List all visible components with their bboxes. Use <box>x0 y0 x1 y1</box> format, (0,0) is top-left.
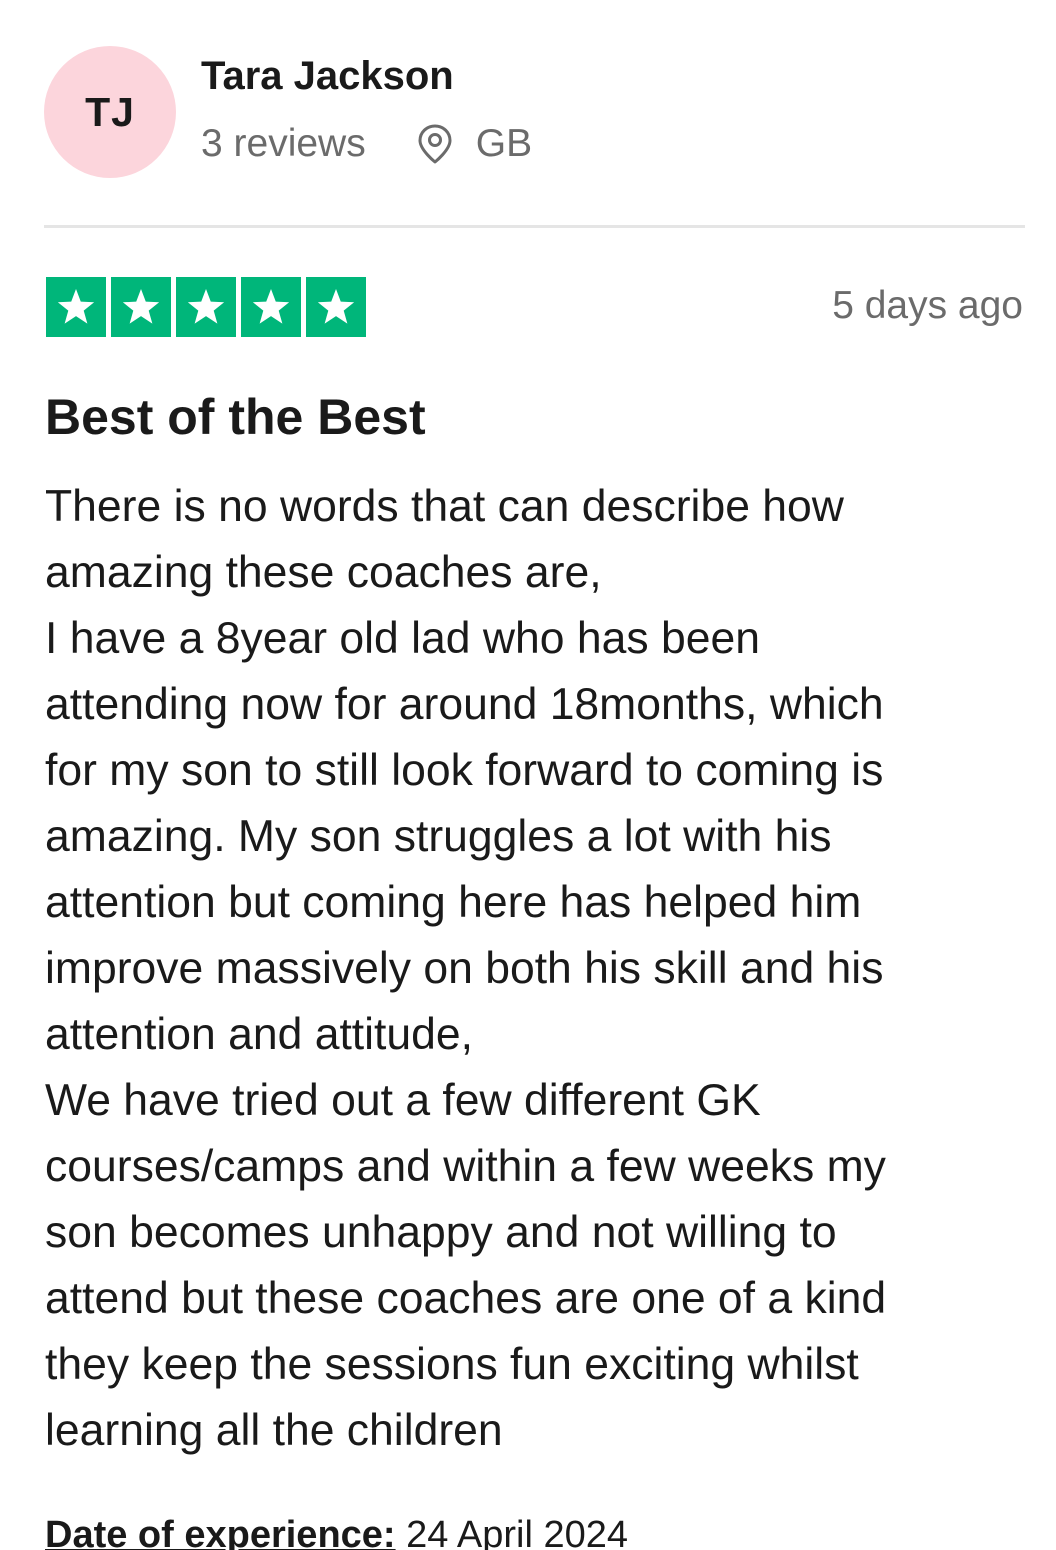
review-body-line: courses/camps and within a few weeks my <box>45 1142 886 1191</box>
review-body-line: We have tried out a few different GK <box>45 1076 761 1125</box>
avatar[interactable]: TJ <box>44 46 176 178</box>
avatar-initials: TJ <box>85 88 135 135</box>
experience-date-value: 24 April 2024 <box>406 1514 628 1550</box>
review-title: Best of the Best <box>45 389 426 445</box>
review-body-line: attention and attitude, <box>45 1010 474 1059</box>
review-body: There is no words that can describe how a… <box>45 474 1035 1464</box>
reviewer-name[interactable]: Tara Jackson <box>201 54 454 99</box>
location-pin-icon <box>416 123 454 165</box>
review-body-line: amazing. My son struggles a lot with his <box>45 812 832 861</box>
review-body-line: improve massively on both his skill and … <box>45 944 884 993</box>
star-icon <box>46 277 106 337</box>
review-body-line: I have a 8year old lad who has been <box>45 614 760 663</box>
review-body-line: attention but coming here has helped him <box>45 878 862 927</box>
review-body-line: attending now for around 18months, which <box>45 680 884 729</box>
review-body-line: they keep the sessions fun exciting whil… <box>45 1340 859 1389</box>
review-body-line: son becomes unhappy and not willing to <box>45 1208 837 1257</box>
experience-date: Date of experience: 24 April 2024 <box>45 1514 628 1550</box>
star-rating <box>46 277 366 337</box>
review-body-line: amazing these coaches are, <box>45 548 602 597</box>
star-icon <box>111 277 171 337</box>
review-body-line: learning all the children <box>45 1406 503 1455</box>
star-icon <box>176 277 236 337</box>
reviews-count: 3 reviews <box>201 122 366 165</box>
review-date: 5 days ago <box>832 284 1023 327</box>
reviewer-country: GB <box>475 122 533 165</box>
divider <box>44 225 1025 228</box>
star-icon <box>306 277 366 337</box>
review-body-line: for my son to still look forward to comi… <box>45 746 884 795</box>
reviewer-meta: 3 reviews GB <box>201 119 532 169</box>
experience-date-label: Date of experience: <box>45 1514 396 1550</box>
review-body-line: There is no words that can describe how <box>45 482 844 531</box>
review-body-line: attend but these coaches are one of a ki… <box>45 1274 887 1323</box>
star-icon <box>241 277 301 337</box>
review-card: TJ Tara Jackson 3 reviews GB 5 days ago … <box>0 0 1056 1550</box>
